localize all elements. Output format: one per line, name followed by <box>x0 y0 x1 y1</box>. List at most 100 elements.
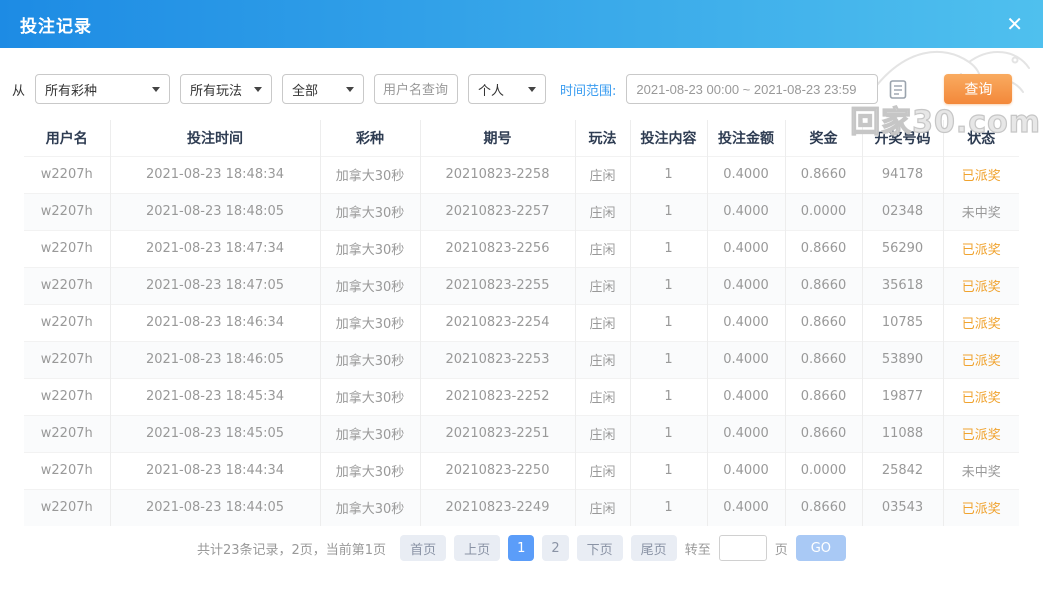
cell: 1 <box>630 451 708 489</box>
column-header: 彩种 <box>320 120 421 156</box>
page-number-button[interactable]: 2 <box>542 535 569 561</box>
cell: 0.4000 <box>707 340 786 378</box>
cell: 0.4000 <box>707 377 786 415</box>
cell: 0.0000 <box>785 451 863 489</box>
table-row: w2207h 2021-08-23 18:45:05 加拿大30秒 20210823-… <box>24 414 1019 452</box>
column-header: 投注内容 <box>630 120 708 156</box>
cell: 25842 <box>862 451 944 489</box>
cell: 庄闲 <box>575 303 631 341</box>
page-unit-label: 页 <box>774 542 788 558</box>
cell: 庄闲 <box>575 192 631 230</box>
cell: 加拿大30秒 <box>320 266 421 304</box>
status-cell: 已派奖 <box>943 488 1019 526</box>
cell: 庄闲 <box>575 155 631 193</box>
cell: 2021-08-23 18:44:34 <box>110 451 321 489</box>
cell: 02348 <box>862 192 944 230</box>
go-button[interactable]: GO <box>795 535 847 561</box>
cell: 2021-08-23 18:45:34 <box>110 377 321 415</box>
cell: 0.8660 <box>785 377 863 415</box>
cell: w2207h <box>24 192 111 230</box>
time-range-label: 时间范围: <box>560 83 617 99</box>
cell: 0.4000 <box>707 192 786 230</box>
cell: 94178 <box>862 155 944 193</box>
goto-page-input[interactable] <box>718 535 767 561</box>
first-page-button[interactable]: 首页 <box>400 535 447 561</box>
modal-title: 投注记录 <box>20 16 92 37</box>
cell: 53890 <box>862 340 944 378</box>
table-row: w2207h 2021-08-23 18:47:34 加拿大30秒 20210823-… <box>24 229 1019 267</box>
username-search-input[interactable] <box>374 74 459 104</box>
status-cell: 已派奖 <box>943 303 1019 341</box>
next-page-button[interactable]: 下页 <box>576 535 623 561</box>
cell: 20210823-2249 <box>420 488 576 526</box>
cell: 03543 <box>862 488 944 526</box>
page-buttons: 12 <box>508 535 569 561</box>
cell: 20210823-2256 <box>420 229 576 267</box>
cell: w2207h <box>24 229 111 267</box>
column-header: 玩法 <box>575 120 631 156</box>
status-cell: 已派奖 <box>943 155 1019 193</box>
table-row: w2207h 2021-08-23 18:48:34 加拿大30秒 20210823-… <box>24 155 1019 193</box>
cell: 20210823-2255 <box>420 266 576 304</box>
cell: w2207h <box>24 451 111 489</box>
cell: 20210823-2258 <box>420 155 576 193</box>
cell: w2207h <box>24 414 111 452</box>
column-header: 开奖号码 <box>862 120 944 156</box>
status-cell: 未中奖 <box>943 192 1019 230</box>
scope-select-value: 个人 <box>478 83 505 99</box>
table-row: w2207h 2021-08-23 18:47:05 加拿大30秒 20210823-… <box>24 266 1019 304</box>
cell: 10785 <box>862 303 944 341</box>
cell: 0.8660 <box>785 414 863 452</box>
page-number-button[interactable]: 1 <box>508 535 535 561</box>
query-button[interactable]: 查询 <box>944 74 1013 104</box>
prev-page-button[interactable]: 上页 <box>454 535 501 561</box>
chevron-down-icon <box>152 86 161 92</box>
play-method-select[interactable]: 所有玩法 <box>180 74 273 104</box>
cell: 0.0000 <box>785 192 863 230</box>
cell: 庄闲 <box>575 340 631 378</box>
from-label: 从 <box>12 83 26 99</box>
table-row: w2207h 2021-08-23 18:45:34 加拿大30秒 20210823-… <box>24 377 1019 415</box>
cell: w2207h <box>24 266 111 304</box>
cell: 0.4000 <box>707 488 786 526</box>
column-header: 期号 <box>420 120 576 156</box>
cell: 加拿大30秒 <box>320 229 421 267</box>
cell: 2021-08-23 18:45:05 <box>110 414 321 452</box>
chevron-down-icon <box>528 86 537 92</box>
modal-header: 投注记录 ✕ <box>0 0 1043 48</box>
cell: 加拿大30秒 <box>320 340 421 378</box>
cell: 0.4000 <box>707 155 786 193</box>
last-page-button[interactable]: 尾页 <box>630 535 677 561</box>
status-filter-select-value: 全部 <box>292 83 319 99</box>
cell: 0.8660 <box>785 488 863 526</box>
cell: 1 <box>630 192 708 230</box>
cell: w2207h <box>24 155 111 193</box>
chevron-down-icon <box>346 86 355 92</box>
column-header: 投注金额 <box>707 120 786 156</box>
lottery-type-select-value: 所有彩种 <box>45 83 98 99</box>
status-cell: 已派奖 <box>943 414 1019 452</box>
time-range-input[interactable] <box>626 74 879 104</box>
cell: 加拿大30秒 <box>320 451 421 489</box>
cell: 20210823-2250 <box>420 451 576 489</box>
cell: 0.8660 <box>785 303 863 341</box>
cell: 1 <box>630 414 708 452</box>
play-method-select-value: 所有玩法 <box>190 83 243 99</box>
cell: 庄闲 <box>575 451 631 489</box>
cell: 1 <box>630 266 708 304</box>
lottery-type-select[interactable]: 所有彩种 <box>35 74 171 104</box>
status-filter-select[interactable]: 全部 <box>282 74 365 104</box>
cell: 2021-08-23 18:46:34 <box>110 303 321 341</box>
status-cell: 已派奖 <box>943 266 1019 304</box>
calendar-icon[interactable] <box>888 78 908 100</box>
scope-select[interactable]: 个人 <box>468 74 547 104</box>
cell: 1 <box>630 488 708 526</box>
cell: 0.4000 <box>707 229 786 267</box>
cell: 1 <box>630 377 708 415</box>
cell: 庄闲 <box>575 266 631 304</box>
cell: 0.8660 <box>785 155 863 193</box>
cell: 0.4000 <box>707 266 786 304</box>
close-icon[interactable]: ✕ <box>1006 14 1023 34</box>
table-row: w2207h 2021-08-23 18:48:05 加拿大30秒 20210823-… <box>24 192 1019 230</box>
records-table-container: 用户名 投注时间 彩种 期号 玩法 投注内容 投注金额 奖金 开奖号码 状态 w2207h 2021… <box>24 120 1019 526</box>
